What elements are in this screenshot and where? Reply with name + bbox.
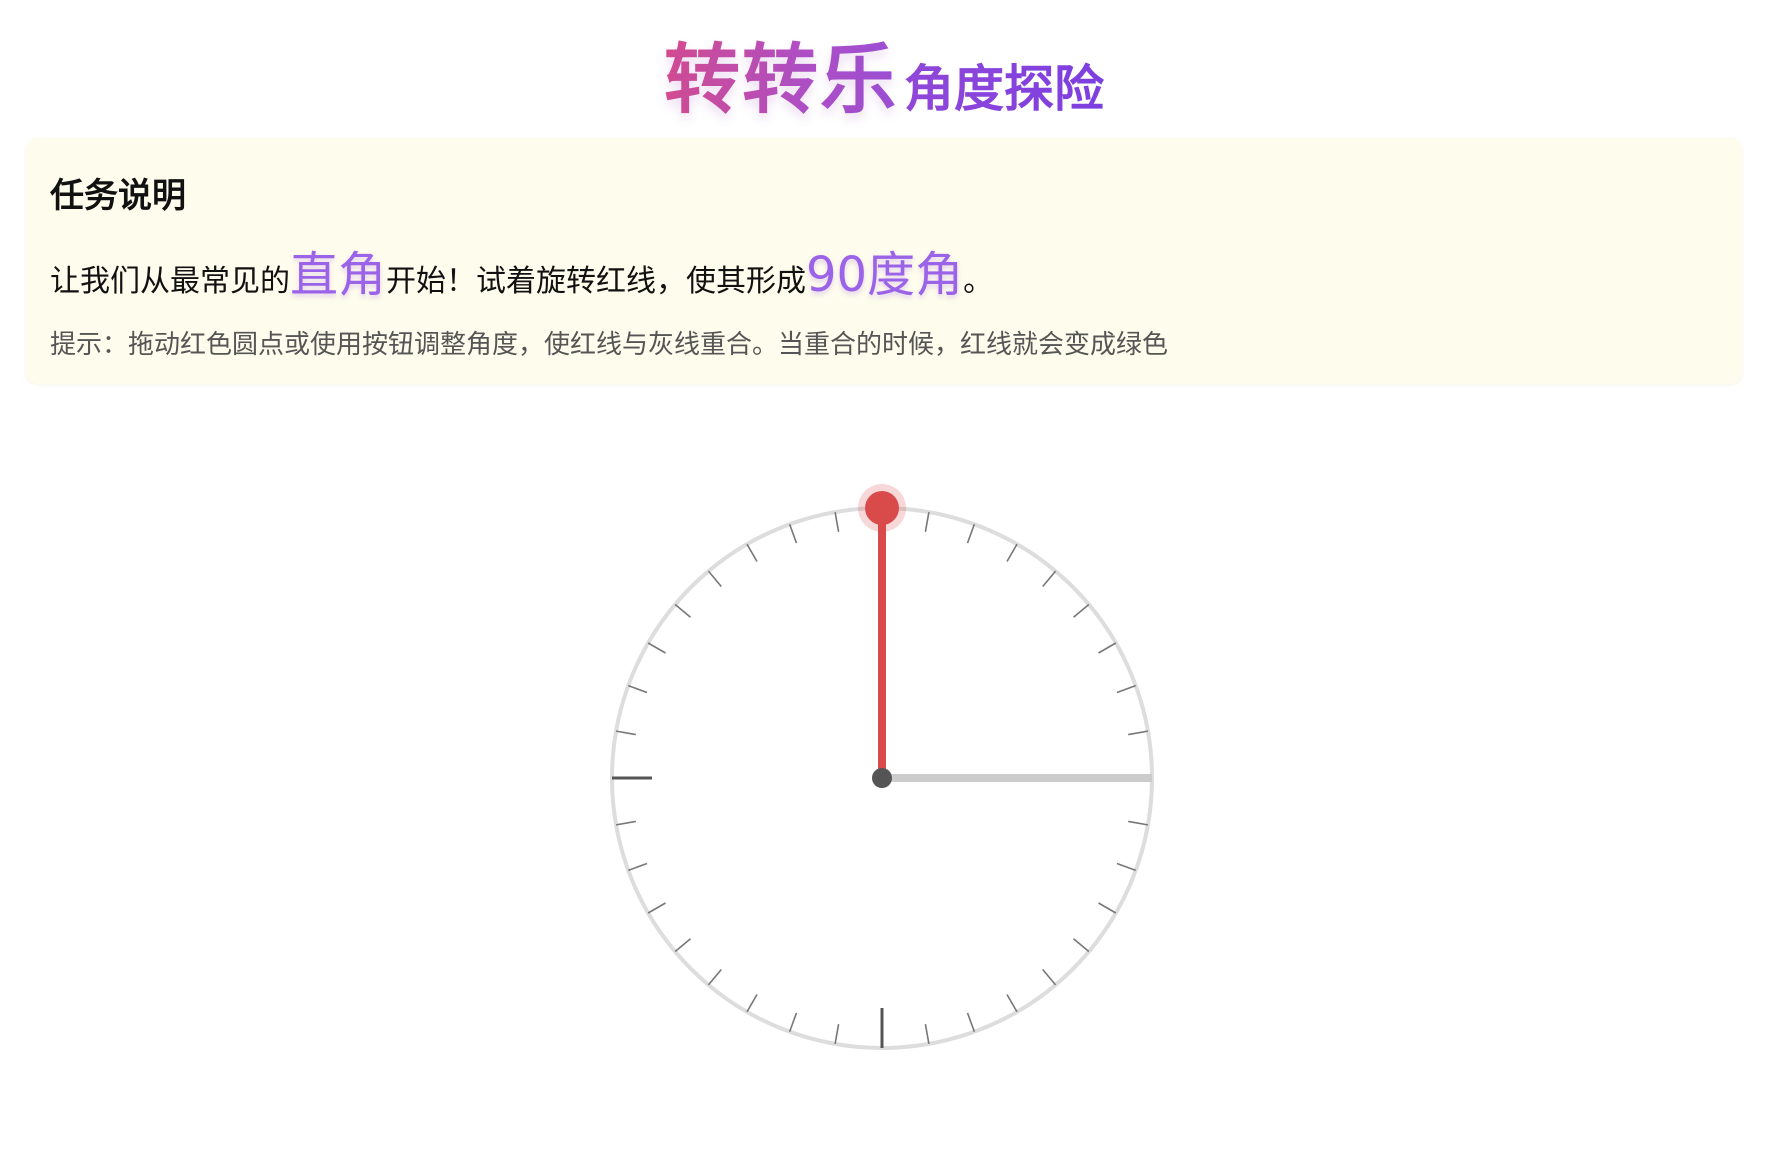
task-text-after: 。	[963, 264, 994, 299]
task-card: 任务说明 让我们从最常见的直角开始！试着旋转红线，使其形成90度角。 提示：拖动…	[26, 138, 1742, 384]
angle-dial[interactable]	[602, 478, 1162, 1078]
task-text-middle: 开始！试着旋转红线，使其形成	[386, 264, 807, 299]
title-main: 转转乐	[664, 35, 898, 124]
task-highlight-90-degree: 90度角	[806, 247, 964, 303]
center-pivot-icon	[872, 768, 892, 788]
task-description: 让我们从最常见的直角开始！试着旋转红线，使其形成90度角。	[50, 242, 993, 315]
angle-dial-svg[interactable]	[602, 478, 1162, 1078]
task-heading: 任务说明	[50, 176, 186, 216]
title-sub: 角度探险	[904, 60, 1104, 118]
task-highlight-right-angle: 直角	[290, 247, 387, 303]
task-hint: 提示：拖动红色圆点或使用按钮调整角度，使红线与灰线重合。当重合的时候，红线就会变…	[50, 330, 1169, 360]
task-text-before: 让我们从最常见的	[50, 264, 290, 299]
page-title: 转转乐 角度探险	[0, 18, 1768, 124]
drag-handle-icon[interactable]	[865, 491, 899, 525]
